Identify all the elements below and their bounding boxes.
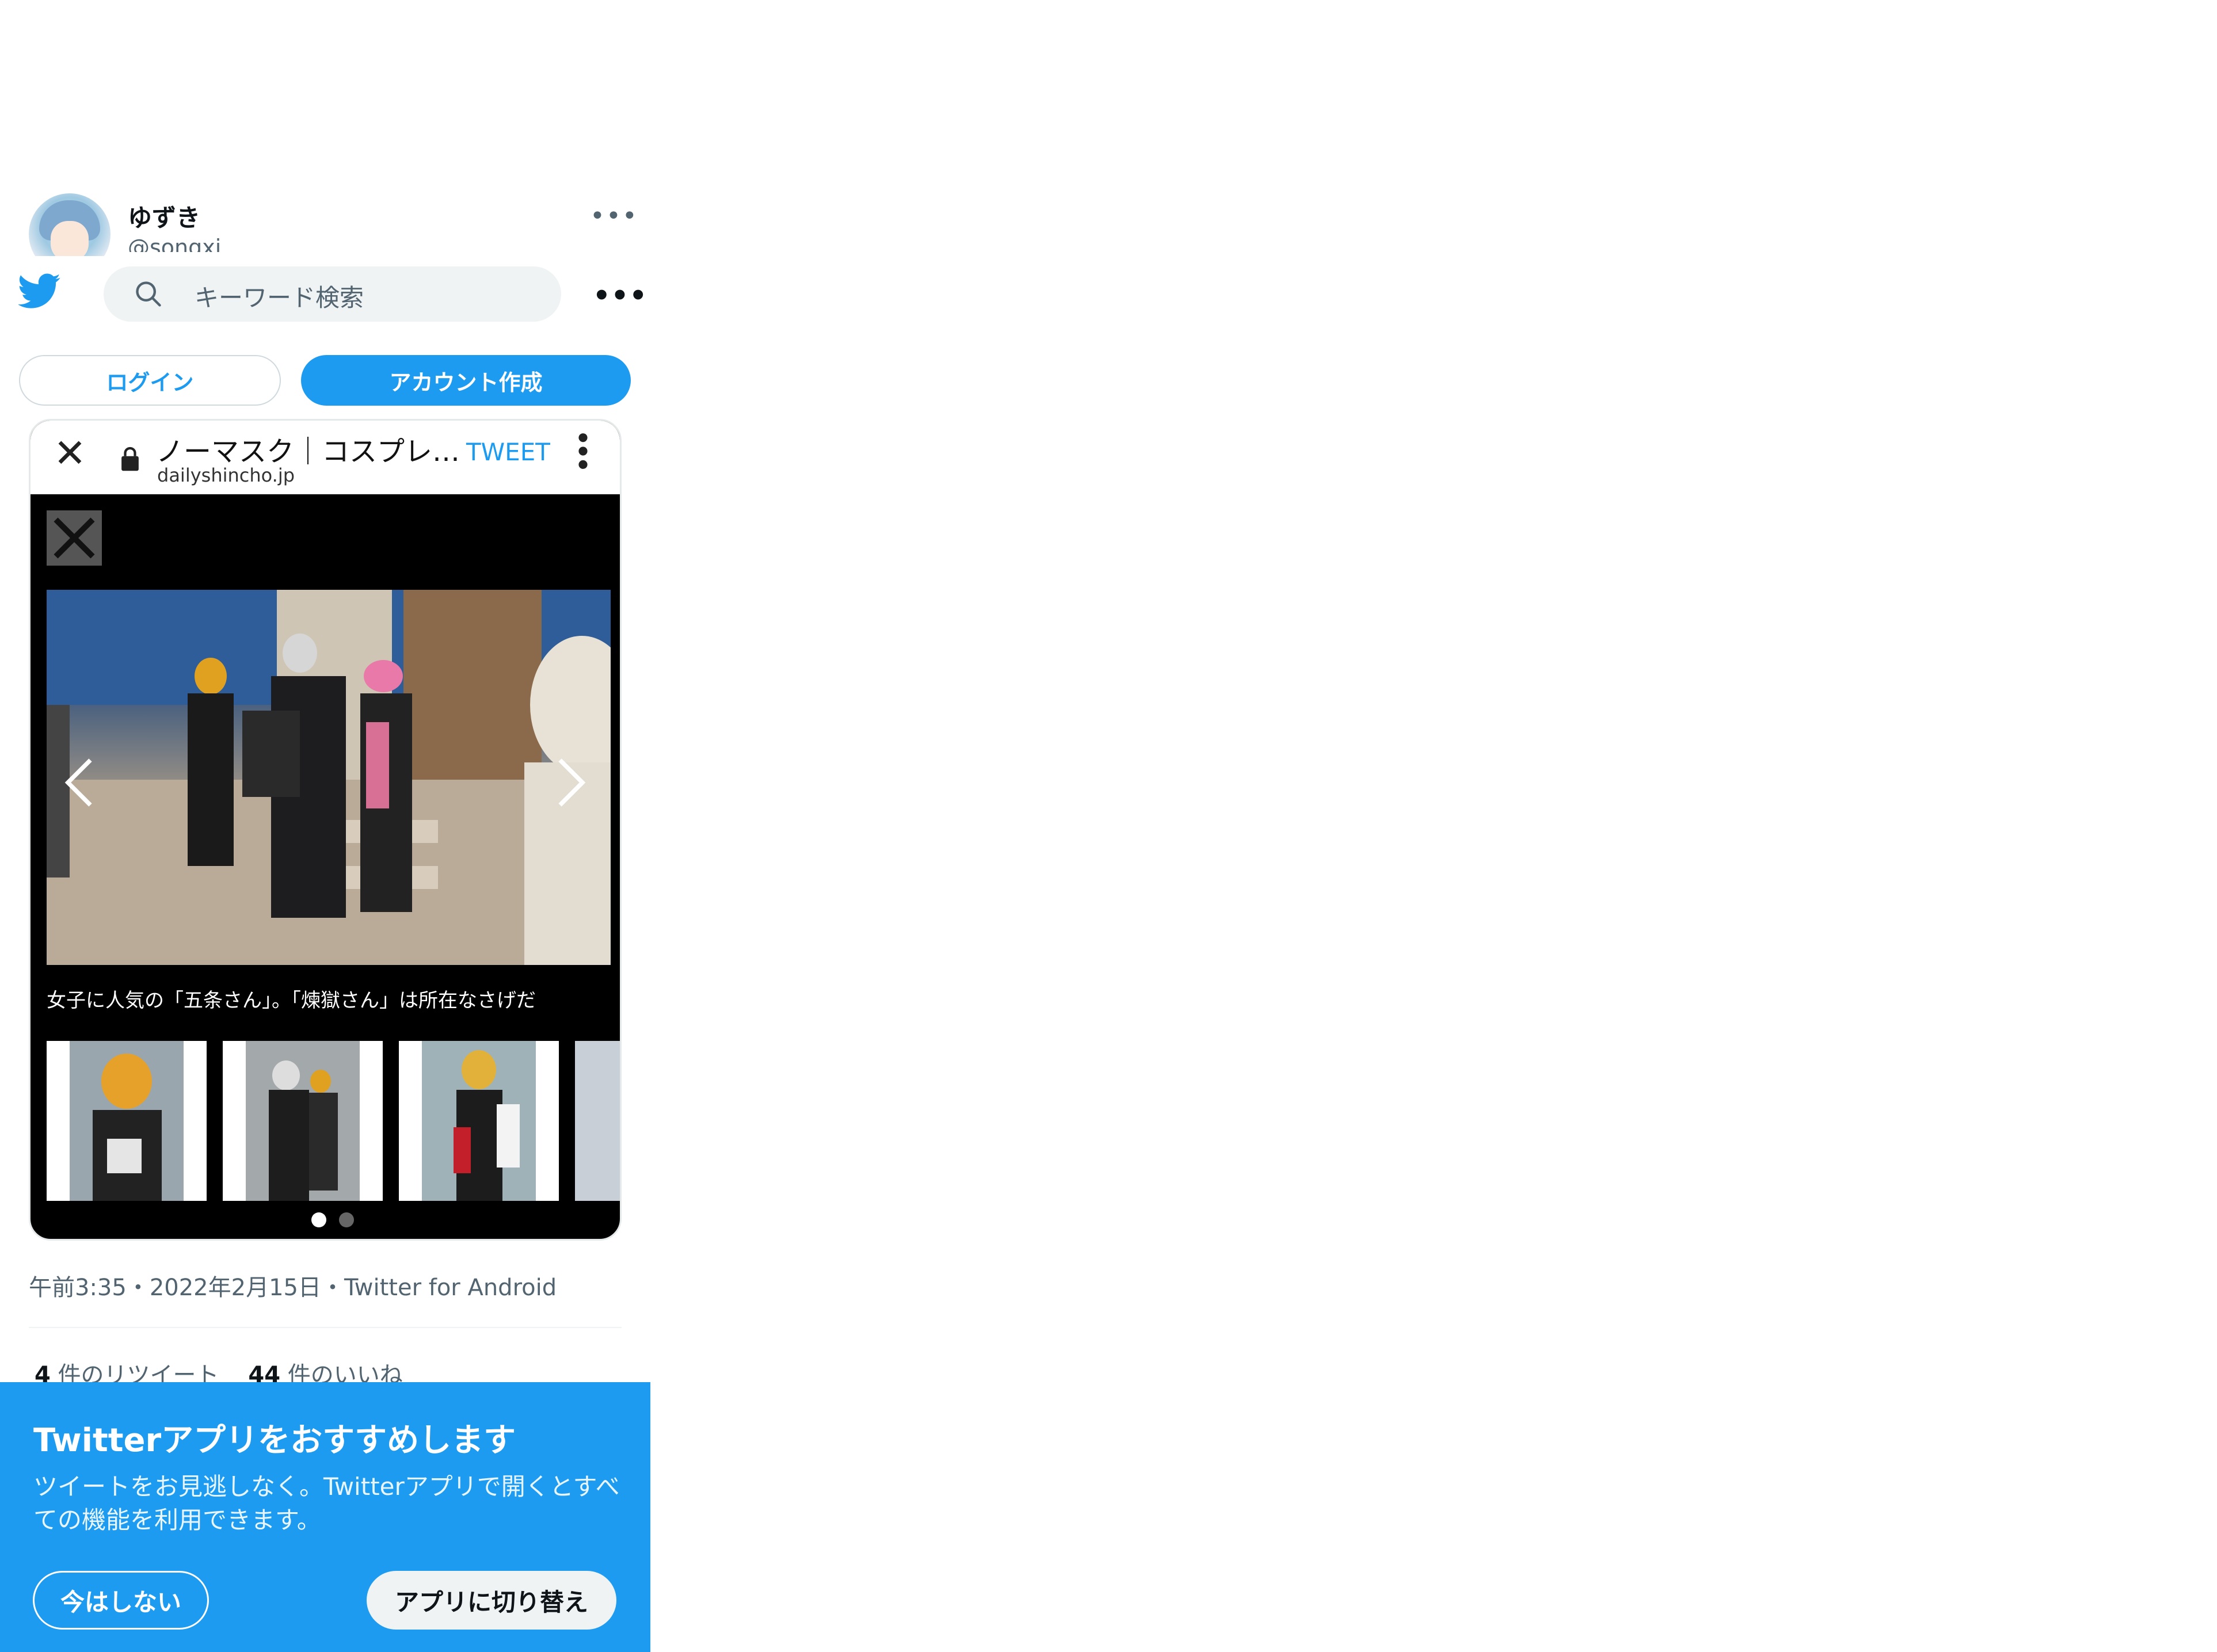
lock-icon — [121, 447, 139, 471]
tweet-author-handle[interactable]: @songxi — [128, 235, 221, 252]
tweet-author-name[interactable]: ゆずき — [128, 199, 200, 234]
chevron-left-icon — [64, 758, 92, 807]
embedded-domain: dailyshincho.jp — [157, 464, 295, 486]
login-button[interactable]: ログイン — [19, 355, 281, 406]
embedded-page-title: ノーマスク｜コスプレ… — [156, 436, 460, 468]
search-placeholder: キーワード検索 — [195, 284, 364, 312]
thumbnail — [47, 1041, 207, 1201]
banner-body: ツイートをお見逃しなく。Twitterアプリで開くとすべての機能を利用できます。 — [33, 1472, 620, 1534]
twitter-bird-icon[interactable] — [18, 273, 61, 309]
gallery-close-icon — [47, 510, 102, 566]
mobile-viewport: ゆずき @songxi ••• キーワード検索 ••• ログイン アカウント作成… — [0, 0, 650, 1652]
not-now-button[interactable]: 今はしない — [33, 1571, 209, 1630]
embedded-tweet-button: TWEET — [466, 438, 550, 466]
search-icon — [136, 281, 161, 307]
embedded-screenshot[interactable]: ✕ ノーマスク｜コスプレ… dailyshincho.jp TWEET 女子に人… — [29, 419, 622, 1241]
main-photo — [47, 590, 611, 965]
divider — [29, 1327, 622, 1328]
banner-title: Twitterアプリをおすすめします — [33, 1422, 516, 1459]
browser-bar: ✕ ノーマスク｜コスプレ… dailyshincho.jp TWEET — [31, 421, 620, 494]
kebab-icon — [578, 433, 588, 469]
thumbnail — [575, 1041, 620, 1201]
more-icon[interactable]: ••• — [593, 280, 647, 312]
close-icon: ✕ — [54, 431, 86, 476]
tweet-timestamp[interactable]: 午前3:35・2022年2月15日・Twitter for Android — [29, 1269, 557, 1302]
thumbnail — [399, 1041, 559, 1201]
pager-dot-active — [311, 1212, 326, 1227]
thumbnail — [223, 1041, 383, 1201]
signup-button[interactable]: アカウント作成 — [301, 355, 631, 406]
switch-to-app-button[interactable]: アプリに切り替え — [367, 1571, 616, 1630]
pager-dot — [339, 1212, 354, 1227]
chevron-right-icon — [558, 758, 586, 807]
photo-caption: 女子に人気の「五条さん」。「煉獄さん」は所在なさげだ — [47, 989, 536, 1012]
tweet-more-icon[interactable]: ••• — [590, 201, 638, 231]
